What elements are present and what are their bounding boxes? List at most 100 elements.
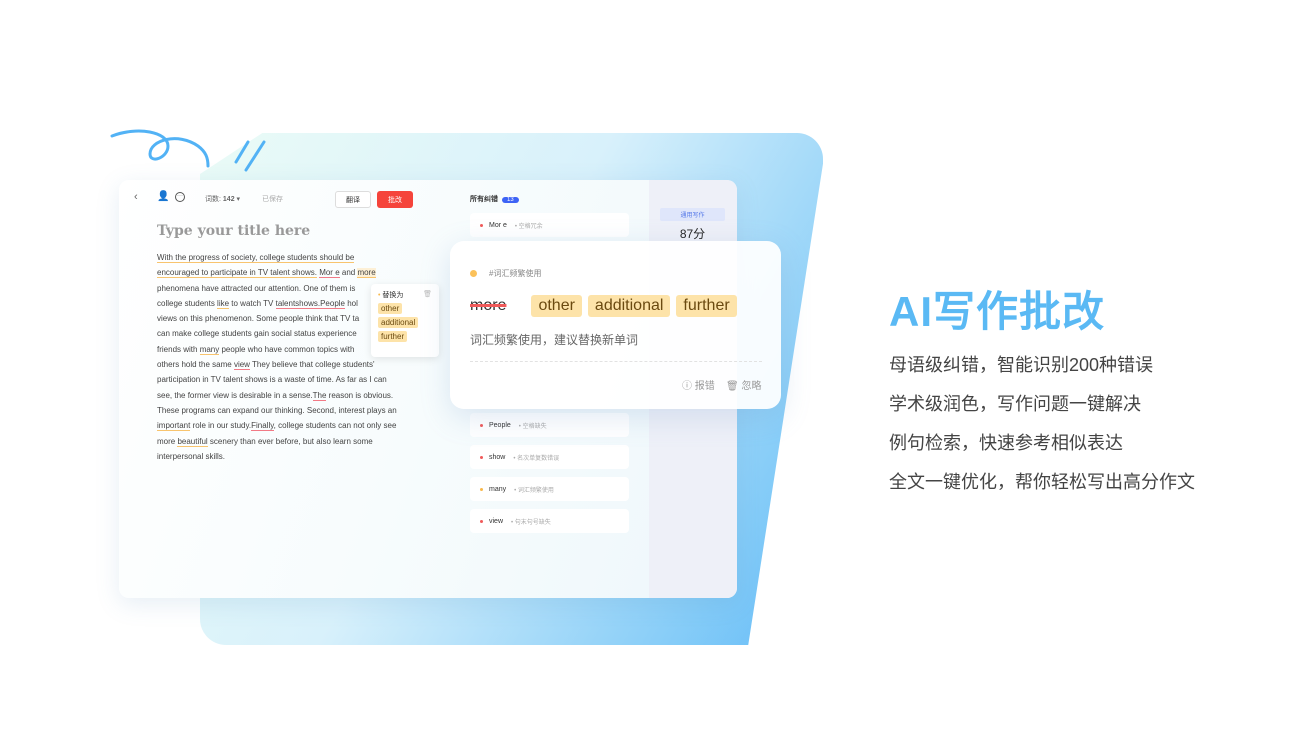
suggestion-option[interactable]: additional bbox=[378, 317, 419, 328]
dot-icon bbox=[480, 223, 483, 227]
text-line: With the progress of society, college st… bbox=[157, 250, 427, 265]
score-tag[interactable]: 通用写作 bbox=[660, 208, 725, 221]
error-category-tag: #词汇频繁使用 bbox=[489, 269, 542, 278]
promo-title: AI写作批改 bbox=[889, 288, 1106, 335]
suggestion-option[interactable]: further bbox=[378, 331, 408, 342]
text-line: These programs can expand our thinking. … bbox=[157, 403, 427, 418]
error-detail-card: #词汇频繁使用 more other additional further 词汇… bbox=[450, 241, 781, 409]
dot-icon bbox=[480, 423, 483, 427]
text-segment: more bbox=[157, 436, 178, 446]
replacement-option[interactable]: other bbox=[531, 295, 582, 317]
dot-icon: • bbox=[378, 292, 381, 299]
errors-header: 所有纠错 13 bbox=[470, 194, 519, 204]
flagged-word[interactable]: Finally bbox=[251, 421, 274, 432]
error-item[interactable]: show • 名次单复数错误 bbox=[470, 445, 629, 469]
text-line: others hold the same view They believe t… bbox=[157, 357, 427, 372]
flagged-word[interactable]: Mor e bbox=[319, 268, 340, 279]
user-icon[interactable]: 👤 bbox=[157, 191, 169, 202]
replacement-option[interactable]: further bbox=[676, 295, 737, 317]
ignore-label: 忽略 bbox=[741, 381, 762, 392]
report-label: 报错 bbox=[694, 381, 715, 392]
flagged-word[interactable]: like bbox=[217, 298, 230, 309]
error-item[interactable]: Mor e • 空格冗余 bbox=[470, 213, 629, 237]
text-segment: others hold the same bbox=[157, 360, 234, 370]
text-segment: friends with bbox=[157, 344, 200, 354]
word-count-label: 词数: bbox=[205, 196, 221, 203]
trash-icon[interactable]: 🗑 bbox=[423, 290, 432, 298]
flagged-word[interactable]: talentshows. bbox=[275, 298, 321, 309]
score-value: 87分 bbox=[679, 227, 706, 241]
text-segment: role in our study. bbox=[190, 421, 252, 431]
save-status: 已保存 bbox=[262, 196, 283, 203]
error-category: • 空格冗余 bbox=[514, 223, 543, 230]
divider bbox=[470, 361, 762, 362]
info-icon: ⓘ bbox=[682, 381, 692, 392]
error-item[interactable]: many • 词汇频繁使用 bbox=[470, 477, 629, 501]
flagged-word[interactable]: encouraged to participate in TV talent s… bbox=[157, 268, 317, 279]
flagged-word[interactable]: People bbox=[320, 298, 345, 309]
text-segment: , college students can not only see bbox=[273, 421, 397, 431]
error-category: • 名次单复数错误 bbox=[513, 455, 560, 462]
error-item[interactable]: view • 句末句号缺失 bbox=[470, 509, 629, 533]
text-segment: and bbox=[339, 268, 358, 278]
text-line: participation in TV talent shows is a wa… bbox=[157, 372, 427, 387]
trash-icon: 🗑 bbox=[726, 381, 739, 392]
error-item[interactable]: People • 空格缺失 bbox=[470, 413, 629, 437]
errors-title: 所有纠错 bbox=[470, 196, 498, 203]
dot-icon bbox=[480, 455, 483, 459]
suggestion-label: 替换为 bbox=[382, 292, 404, 299]
text-segment: views on this phenomenon. Some people th… bbox=[157, 314, 360, 324]
text-segment: These programs can expand our thinking. … bbox=[157, 405, 397, 415]
error-word: view bbox=[489, 517, 504, 525]
text-line: important role in our study.Finally, col… bbox=[157, 418, 427, 433]
dot-icon bbox=[470, 270, 477, 277]
essay-text[interactable]: With the progress of society, college st… bbox=[157, 250, 427, 464]
word-count[interactable]: 词数: 142 ▾ bbox=[205, 194, 240, 204]
text-segment: can make college students gain social st… bbox=[157, 329, 357, 339]
text-segment: scenery than ever before, but also learn… bbox=[207, 436, 373, 446]
feature-line: 例句检索，快速参考相似表达 bbox=[889, 433, 1123, 453]
text-line: see, the former view is desirable in a s… bbox=[157, 388, 427, 403]
text-segment: phenomena have attracted our attention. … bbox=[157, 283, 356, 293]
flagged-word[interactable]: beautiful bbox=[177, 436, 208, 447]
text-segment: reason is obvious. bbox=[326, 390, 394, 400]
ignore-button[interactable]: 🗑 忽略 bbox=[726, 377, 761, 392]
error-category: • 句末句号缺失 bbox=[511, 519, 551, 526]
decorative-swirl bbox=[110, 129, 266, 172]
text-segment: see, the former view is desirable in a s… bbox=[157, 390, 313, 400]
back-icon[interactable]: ‹ bbox=[134, 191, 138, 203]
error-word: show bbox=[489, 453, 506, 461]
errors-count-badge: 13 bbox=[502, 197, 519, 203]
flagged-word[interactable]: With the progress of society, college st… bbox=[157, 253, 355, 263]
error-description: 词汇频繁使用，建议替换新单词 bbox=[470, 333, 639, 347]
text-segment: college students bbox=[157, 298, 218, 308]
flagged-word[interactable]: view bbox=[233, 360, 250, 371]
text-segment: people who have common topics with bbox=[219, 344, 355, 354]
replacement-option[interactable]: additional bbox=[587, 295, 671, 317]
correct-button[interactable]: 批改 bbox=[377, 191, 413, 208]
suggestion-popover: • 替换为 🗑 other additional further bbox=[371, 284, 439, 357]
translate-button[interactable]: 翻译 bbox=[335, 191, 371, 208]
dot-icon bbox=[480, 487, 483, 491]
error-word: many bbox=[489, 485, 507, 493]
dot-icon bbox=[480, 519, 483, 523]
feature-line: 母语级纠错，智能识别200种错误 bbox=[889, 355, 1154, 375]
more-icon[interactable]: ··· bbox=[175, 192, 185, 202]
text-segment: to watch TV bbox=[229, 298, 276, 308]
suggestion-option[interactable]: other bbox=[378, 303, 403, 314]
error-word: Mor e bbox=[489, 221, 507, 229]
error-category: • 词汇频繁使用 bbox=[514, 487, 554, 494]
feature-line: 学术级润色，写作问题一键解决 bbox=[889, 394, 1141, 414]
title-input[interactable]: Type your title here bbox=[157, 223, 310, 239]
report-button[interactable]: ⓘ 报错 bbox=[682, 377, 715, 392]
text-segment: interpersonal skills. bbox=[157, 451, 226, 461]
error-category: • 空格缺失 bbox=[518, 423, 547, 430]
feature-line: 全文一键优化，帮你轻松写出高分作文 bbox=[889, 472, 1195, 492]
text-segment: They believe that college students' bbox=[249, 360, 375, 370]
word-count-value: 142 bbox=[222, 196, 235, 203]
flagged-word[interactable]: The bbox=[312, 390, 327, 401]
flagged-word[interactable]: important bbox=[157, 421, 191, 432]
flagged-word[interactable]: many bbox=[199, 344, 220, 355]
flagged-word[interactable]: more bbox=[357, 268, 376, 279]
text-line: more beautiful scenery than ever before,… bbox=[157, 434, 427, 449]
